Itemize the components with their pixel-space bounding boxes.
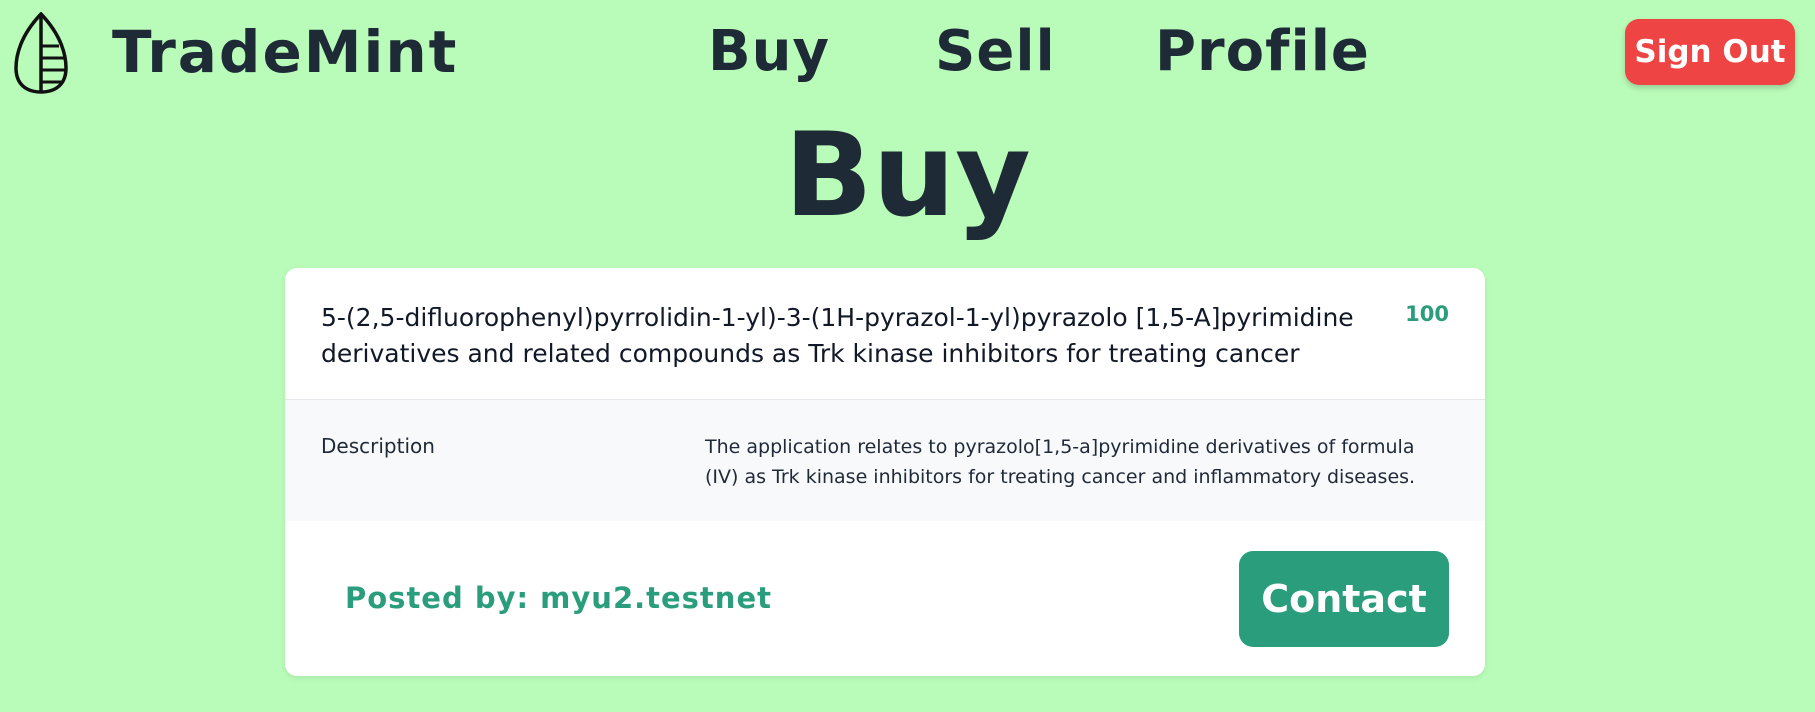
listing-card: 5-(2,5-difluorophenyl)pyrrolidin-1-yl)-3… [285, 268, 1485, 676]
listing-title: 5-(2,5-difluorophenyl)pyrrolidin-1-yl)-3… [321, 303, 1354, 368]
header: TradeMint Buy Sell Profile Sign Out [0, 0, 1815, 110]
main-nav: Buy Sell Profile [0, 14, 1815, 90]
description-section: Description The application relates to p… [285, 400, 1485, 521]
listing-footer: Posted by: myu2.testnet Contact [285, 521, 1485, 676]
sign-out-button[interactable]: Sign Out [1625, 19, 1795, 85]
description-label: Description [321, 434, 435, 458]
description-text: The application relates to pyrazolo[1,5-… [705, 436, 1416, 488]
page-title: Buy [784, 108, 1031, 243]
listing-header: 5-(2,5-difluorophenyl)pyrrolidin-1-yl)-3… [285, 268, 1485, 400]
nav-buy[interactable]: Buy [708, 14, 830, 90]
listing-price: 100 [1405, 302, 1449, 326]
posted-by: Posted by: myu2.testnet [345, 581, 772, 615]
contact-button[interactable]: Contact [1239, 551, 1449, 647]
nav-sell[interactable]: Sell [935, 14, 1056, 90]
nav-profile[interactable]: Profile [1155, 14, 1370, 90]
